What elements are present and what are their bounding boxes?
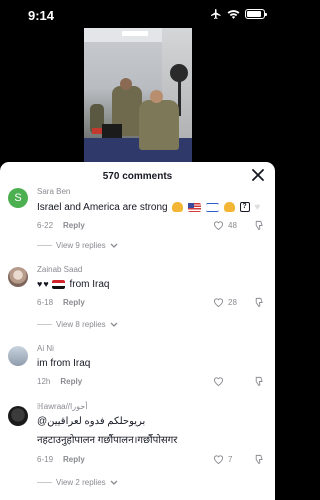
avatar[interactable]: [8, 267, 28, 287]
heart-icon: [213, 455, 224, 464]
status-icons: [210, 8, 267, 20]
chevron-down-icon: [110, 480, 118, 485]
comment-text: Israel and America are strong: [37, 202, 168, 213]
comment-item: Ai Ni im from Iraq 12h Reply: [0, 344, 275, 394]
status-time: 9:14: [28, 8, 55, 23]
israel-flag-emoji-icon: [205, 202, 219, 212]
comment-text: from Iraq: [69, 279, 110, 290]
comments-header: 570 comments: [0, 162, 275, 186]
black-heart-emoji-icon: ♥: [37, 279, 43, 289]
status-bar: 9:14: [0, 0, 275, 28]
dislike-icon[interactable]: [253, 220, 264, 231]
reply-button[interactable]: Reply: [63, 221, 85, 230]
avatar[interactable]: [8, 406, 28, 426]
view-replies-button[interactable]: View 2 replies: [37, 478, 118, 487]
view-replies-button[interactable]: View 8 replies: [37, 320, 118, 329]
comment-meta: 6-19 Reply: [37, 455, 85, 464]
comment-item: S Sara Ben Israel and America are strong…: [0, 186, 275, 258]
black-heart-emoji-icon: ♥: [43, 279, 49, 289]
like-button[interactable]: 7: [213, 454, 232, 464]
comment-date: 6-18: [37, 298, 54, 307]
comment-meta: 6-18 Reply: [37, 298, 85, 307]
reply-button[interactable]: Reply: [60, 377, 82, 386]
chevron-down-icon: [110, 322, 118, 327]
like-button[interactable]: 48: [213, 220, 237, 230]
comments-sheet: 570 comments S Sara Ben Israel and Ameri…: [0, 162, 275, 500]
flexed-biceps-emoji-icon: [223, 202, 235, 213]
comment-username[interactable]: Ai Ni: [37, 344, 54, 353]
comment-date: 6-19: [37, 455, 54, 464]
comment-item: ℍawraa//أحورا @بريوحلكم فدوه لعراقيين नह…: [0, 402, 275, 494]
avatar-initial: S: [14, 192, 22, 204]
comment-username[interactable]: ℍawraa//أحورا: [37, 402, 87, 411]
like-count: 28: [228, 297, 237, 307]
comment-text: im from Iraq: [37, 358, 91, 369]
flexed-biceps-emoji-icon: [172, 202, 184, 213]
comment-date: 6-22: [37, 221, 54, 230]
comment-date: 12h: [37, 377, 51, 386]
us-flag-emoji-icon: [188, 202, 202, 212]
reply-button[interactable]: Reply: [63, 298, 85, 307]
chevron-down-icon: [110, 243, 118, 248]
dislike-icon[interactable]: [253, 297, 264, 308]
wifi-icon: [227, 9, 240, 19]
unknown-glyph-icon: ?: [239, 202, 250, 213]
comment-meta: 12h Reply: [37, 377, 82, 386]
comment-text-line1: @بريوحلكم فدوه لعراقيين: [37, 416, 146, 427]
dislike-icon[interactable]: [253, 376, 264, 387]
battery-icon: [245, 9, 267, 19]
video-thumbnail[interactable]: [84, 28, 192, 162]
like-count: 7: [228, 454, 233, 464]
dislike-icon[interactable]: [253, 454, 264, 465]
view-replies-label: View 2 replies: [56, 478, 106, 487]
close-icon[interactable]: [251, 168, 265, 182]
airplane-mode-icon: [211, 9, 221, 19]
like-count: 48: [228, 220, 237, 230]
like-button[interactable]: [213, 376, 224, 386]
heart-icon: [213, 298, 224, 307]
reply-button[interactable]: Reply: [63, 455, 85, 464]
comment-text-line2: नहटाउनुहोपालन गर्छौपालन।गर्छौपोसगर: [37, 435, 178, 446]
view-replies-label: View 8 replies: [56, 320, 106, 329]
avatar[interactable]: [8, 346, 28, 366]
comments-count: 570 comments: [102, 171, 173, 182]
comment-username[interactable]: Sara Ben: [37, 187, 70, 196]
comment-meta: 6-22 Reply: [37, 221, 85, 230]
iraq-flag-emoji-icon: [51, 279, 65, 289]
comment-item: Zainab Saad ♥♥ from Iraq 6-18 Reply 28 V…: [0, 265, 275, 337]
avatar[interactable]: S: [8, 188, 28, 208]
heart-icon: [213, 221, 224, 230]
view-replies-button[interactable]: View 9 replies: [37, 241, 118, 250]
like-button[interactable]: 28: [213, 297, 237, 307]
comment-text-row: Israel and America are strong ? ♥: [37, 202, 264, 213]
white-heart-emoji-icon: ♥: [254, 201, 261, 213]
view-replies-label: View 9 replies: [56, 241, 106, 250]
heart-icon: [213, 377, 224, 386]
comment-text-row: ♥♥ from Iraq: [37, 279, 109, 290]
comment-username[interactable]: Zainab Saad: [37, 265, 82, 274]
